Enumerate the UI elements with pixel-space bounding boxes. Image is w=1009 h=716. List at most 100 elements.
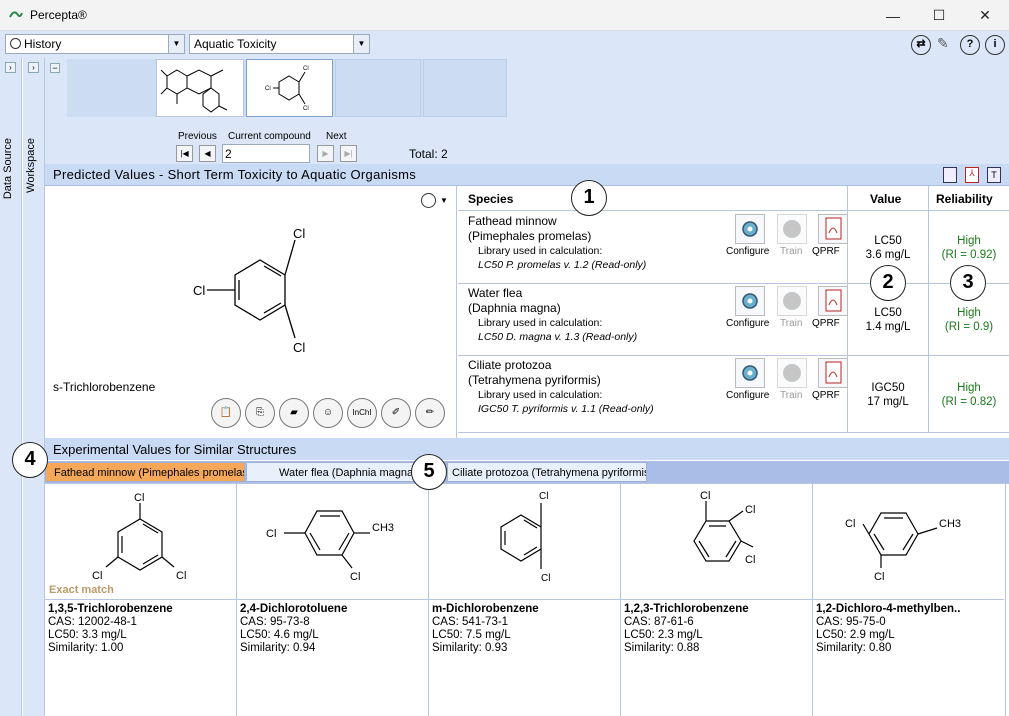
species-latin: (Tetrahymena pyriformis) bbox=[468, 373, 601, 387]
molecule-structure: Cl Cl Cl bbox=[693, 490, 755, 566]
train-icon[interactable] bbox=[777, 286, 807, 316]
qprf-icon[interactable] bbox=[818, 358, 848, 388]
chevron-down-icon[interactable]: ▼ bbox=[353, 35, 369, 53]
configure-icon[interactable] bbox=[735, 286, 765, 316]
atom-label: CH3 bbox=[939, 518, 961, 530]
compound-thumbnail-2[interactable]: Cl Cl Cl bbox=[246, 59, 333, 117]
atom-label: Cl bbox=[541, 573, 550, 584]
reliability-level: High bbox=[957, 307, 981, 319]
value-amount: 3.6 mg/L bbox=[865, 249, 911, 261]
similar-compound-name: m-Dichlorobenzene bbox=[432, 603, 539, 615]
atom-label: Cl bbox=[303, 106, 309, 112]
similar-structure-card[interactable]: Cl Cl m-Dichlorobenzene CAS: 541-73-1 LC5… bbox=[429, 483, 621, 716]
expand-icon[interactable]: › bbox=[5, 62, 16, 73]
configure-label: Configure bbox=[726, 318, 770, 329]
divider bbox=[458, 355, 1009, 356]
compound-thumbnail-1[interactable] bbox=[156, 59, 244, 117]
last-button[interactable]: ▶| bbox=[340, 145, 357, 162]
clock-icon bbox=[10, 38, 21, 49]
draw-icon[interactable]: ✐ bbox=[381, 398, 411, 428]
inchi-icon[interactable]: InChI bbox=[347, 398, 377, 428]
reliability-index: (RI = 0.9) bbox=[944, 321, 994, 333]
similar-compound-name: 1,2,3-Trichlorobenzene bbox=[624, 603, 749, 615]
next-button[interactable]: ▶ bbox=[317, 145, 334, 162]
molecule-thumbnail-2: Cl Cl Cl bbox=[265, 66, 309, 112]
minimize-button[interactable]: — bbox=[870, 0, 916, 31]
info-icon[interactable]: i bbox=[985, 35, 1005, 55]
similar-compound-cas: CAS: 87-61-6 bbox=[624, 616, 694, 628]
qprf-icon[interactable] bbox=[818, 286, 848, 316]
molecule-structure: Cl Cl CH3 bbox=[845, 512, 961, 583]
reliability-index: (RI = 0.92) bbox=[941, 249, 997, 261]
next-label: Next bbox=[326, 131, 347, 142]
library-label: Library used in calculation: bbox=[478, 389, 603, 401]
similar-compound-similarity: Similarity: 0.88 bbox=[624, 642, 700, 654]
edit-icon[interactable]: ✏ bbox=[415, 398, 445, 428]
divider bbox=[237, 599, 428, 600]
chevron-down-icon[interactable]: ▼ bbox=[440, 196, 448, 205]
previous-button[interactable]: ◀ bbox=[199, 145, 216, 162]
data-source-tab[interactable]: › Data Source bbox=[0, 58, 22, 716]
workspace-tab[interactable]: › Workspace bbox=[23, 58, 45, 716]
callout-badge-4: 4 bbox=[12, 442, 48, 478]
atom-label: Cl bbox=[350, 571, 360, 583]
history-label: History bbox=[24, 37, 62, 51]
value-measure: LC50 bbox=[874, 307, 902, 319]
copy-report-icon[interactable] bbox=[943, 167, 957, 183]
exact-match-label: Exact match bbox=[49, 584, 114, 596]
qprf-icon[interactable] bbox=[818, 214, 848, 244]
callout-badge-3: 3 bbox=[950, 265, 986, 301]
atom-label: Cl bbox=[745, 504, 755, 516]
collapse-icon[interactable]: − bbox=[50, 63, 60, 73]
similar-compound-lc50: LC50: 7.5 mg/L bbox=[432, 629, 511, 641]
current-compound-input[interactable] bbox=[222, 144, 310, 163]
app-title: Percepta® bbox=[30, 8, 87, 22]
display-mode-icon[interactable] bbox=[421, 193, 436, 208]
molecule-thumbnail-1 bbox=[160, 69, 228, 113]
refresh-icon[interactable]: ⇄ bbox=[911, 35, 931, 55]
text-report-icon[interactable]: T bbox=[987, 167, 1001, 183]
train-icon[interactable] bbox=[777, 214, 807, 244]
open-file-icon[interactable]: ▰ bbox=[279, 398, 309, 428]
atom-label: CH3 bbox=[372, 522, 394, 534]
maximize-button[interactable]: ☐ bbox=[916, 0, 962, 31]
paste-icon[interactable]: 📋 bbox=[211, 398, 241, 428]
chevron-down-icon[interactable]: ▼ bbox=[168, 35, 184, 53]
molecule-structure: Cl CH3 Cl bbox=[266, 510, 394, 583]
similar-compound-cas: CAS: 541-73-1 bbox=[432, 616, 509, 628]
expand-icon[interactable]: › bbox=[28, 62, 39, 73]
close-button[interactable]: ✕ bbox=[962, 0, 1008, 31]
atom-label: Cl bbox=[539, 491, 548, 502]
predicted-title: Predicted Values - Short Term Toxicity t… bbox=[53, 167, 417, 182]
configure-icon[interactable] bbox=[735, 358, 765, 388]
compound-name: s-Trichlorobenzene bbox=[53, 380, 156, 394]
title-bar bbox=[0, 0, 1009, 31]
atom-label: Cl bbox=[293, 340, 305, 355]
help-icon[interactable]: ? bbox=[960, 35, 980, 55]
similar-structure-card[interactable]: Cl Cl Cl 1,2,3-Trichlorobenzene CAS: 87-61… bbox=[621, 483, 813, 716]
atom-label: Cl bbox=[265, 86, 271, 92]
similar-structure-card[interactable]: Cl CH3 Cl 2,4-Dichlorotoluene CAS: 95-73-8… bbox=[237, 483, 429, 716]
train-label: Train bbox=[780, 318, 803, 329]
copy-icon[interactable]: ⎘ bbox=[245, 398, 275, 428]
history-select[interactable]: History ▼ bbox=[5, 34, 185, 54]
tools-icon[interactable]: ✎ bbox=[937, 35, 955, 53]
configure-icon[interactable] bbox=[735, 214, 765, 244]
similar-structure-card[interactable]: Cl Cl CH3 1,2-Dichloro-4-methylben.. CAS: … bbox=[813, 483, 1006, 716]
first-button[interactable]: |◀ bbox=[176, 145, 193, 162]
qprf-label: QPRF bbox=[812, 390, 840, 401]
similar-compound-similarity: Similarity: 1.00 bbox=[48, 642, 124, 654]
similar-structure-card[interactable]: Cl Cl Cl Exact match 1,3,5-Trichlorobenzen… bbox=[45, 483, 237, 716]
species-latin: (Pimephales promelas) bbox=[468, 229, 592, 243]
configure-label: Configure bbox=[726, 390, 770, 401]
tab-ciliate-protozoa[interactable]: Ciliate protozoa (Tetrahymena pyriformis… bbox=[447, 462, 647, 482]
divider bbox=[813, 599, 1004, 600]
divider bbox=[45, 599, 236, 600]
value-measure: LC50 bbox=[874, 235, 902, 247]
smiles-icon[interactable]: ☺ bbox=[313, 398, 343, 428]
endpoint-select[interactable]: Aquatic Toxicity ▼ bbox=[189, 34, 370, 54]
pdf-report-icon[interactable]: ⅄ bbox=[965, 167, 979, 183]
workspace-label: Workspace bbox=[25, 138, 37, 193]
tab-fathead-minnow[interactable]: Fathead minnow (Pimephales promelas) bbox=[45, 462, 245, 482]
train-icon[interactable] bbox=[777, 358, 807, 388]
